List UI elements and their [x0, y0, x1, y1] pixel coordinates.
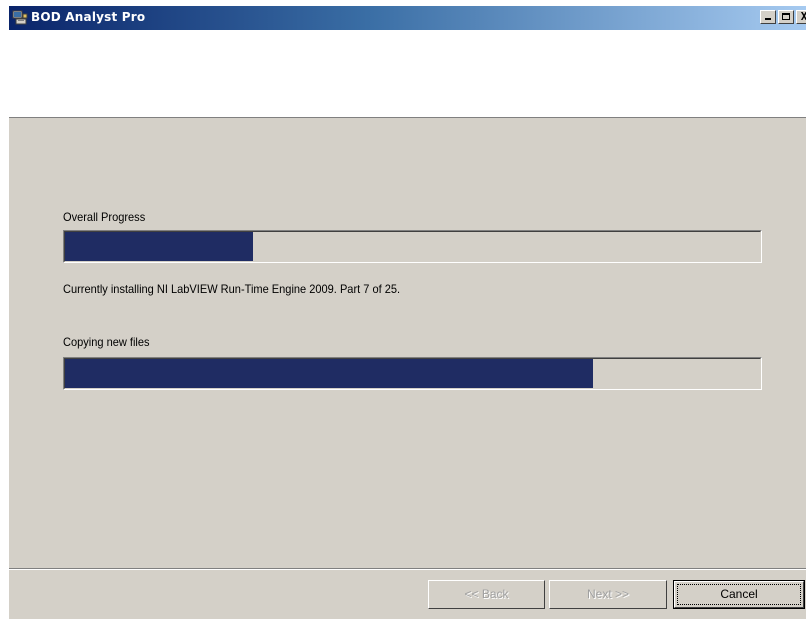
- close-glyph: X: [801, 10, 806, 23]
- back-button[interactable]: << Back: [428, 580, 545, 609]
- close-icon[interactable]: X: [796, 10, 806, 24]
- maximize-icon[interactable]: [778, 10, 794, 24]
- cancel-button[interactable]: Cancel: [673, 580, 805, 609]
- step-progress-label: Copying new files: [63, 335, 150, 349]
- next-button-label: Next >>: [586, 587, 630, 601]
- install-status-text: Currently installing NI LabVIEW Run-Time…: [63, 282, 401, 296]
- installer-window: BOD Analyst Pro X Overall Progress Curre…: [8, 6, 806, 619]
- overall-progress-fill: [65, 232, 253, 261]
- overall-progress-label: Overall Progress: [63, 210, 146, 224]
- computer-app-icon[interactable]: [12, 10, 28, 26]
- next-button[interactable]: Next >>: [549, 580, 667, 609]
- window-title: BOD Analyst Pro: [31, 10, 146, 24]
- back-button-label: << Back: [464, 587, 509, 601]
- window-controls: X: [760, 10, 806, 24]
- overall-progress-bar: [63, 230, 762, 263]
- minimize-icon[interactable]: [760, 10, 776, 24]
- title-bar[interactable]: BOD Analyst Pro X: [9, 6, 806, 30]
- footer-divider: [9, 568, 806, 570]
- header-banner: [9, 30, 806, 118]
- cancel-button-label: Cancel: [720, 587, 758, 601]
- step-progress-fill: [65, 359, 593, 388]
- step-progress-bar: [63, 357, 762, 390]
